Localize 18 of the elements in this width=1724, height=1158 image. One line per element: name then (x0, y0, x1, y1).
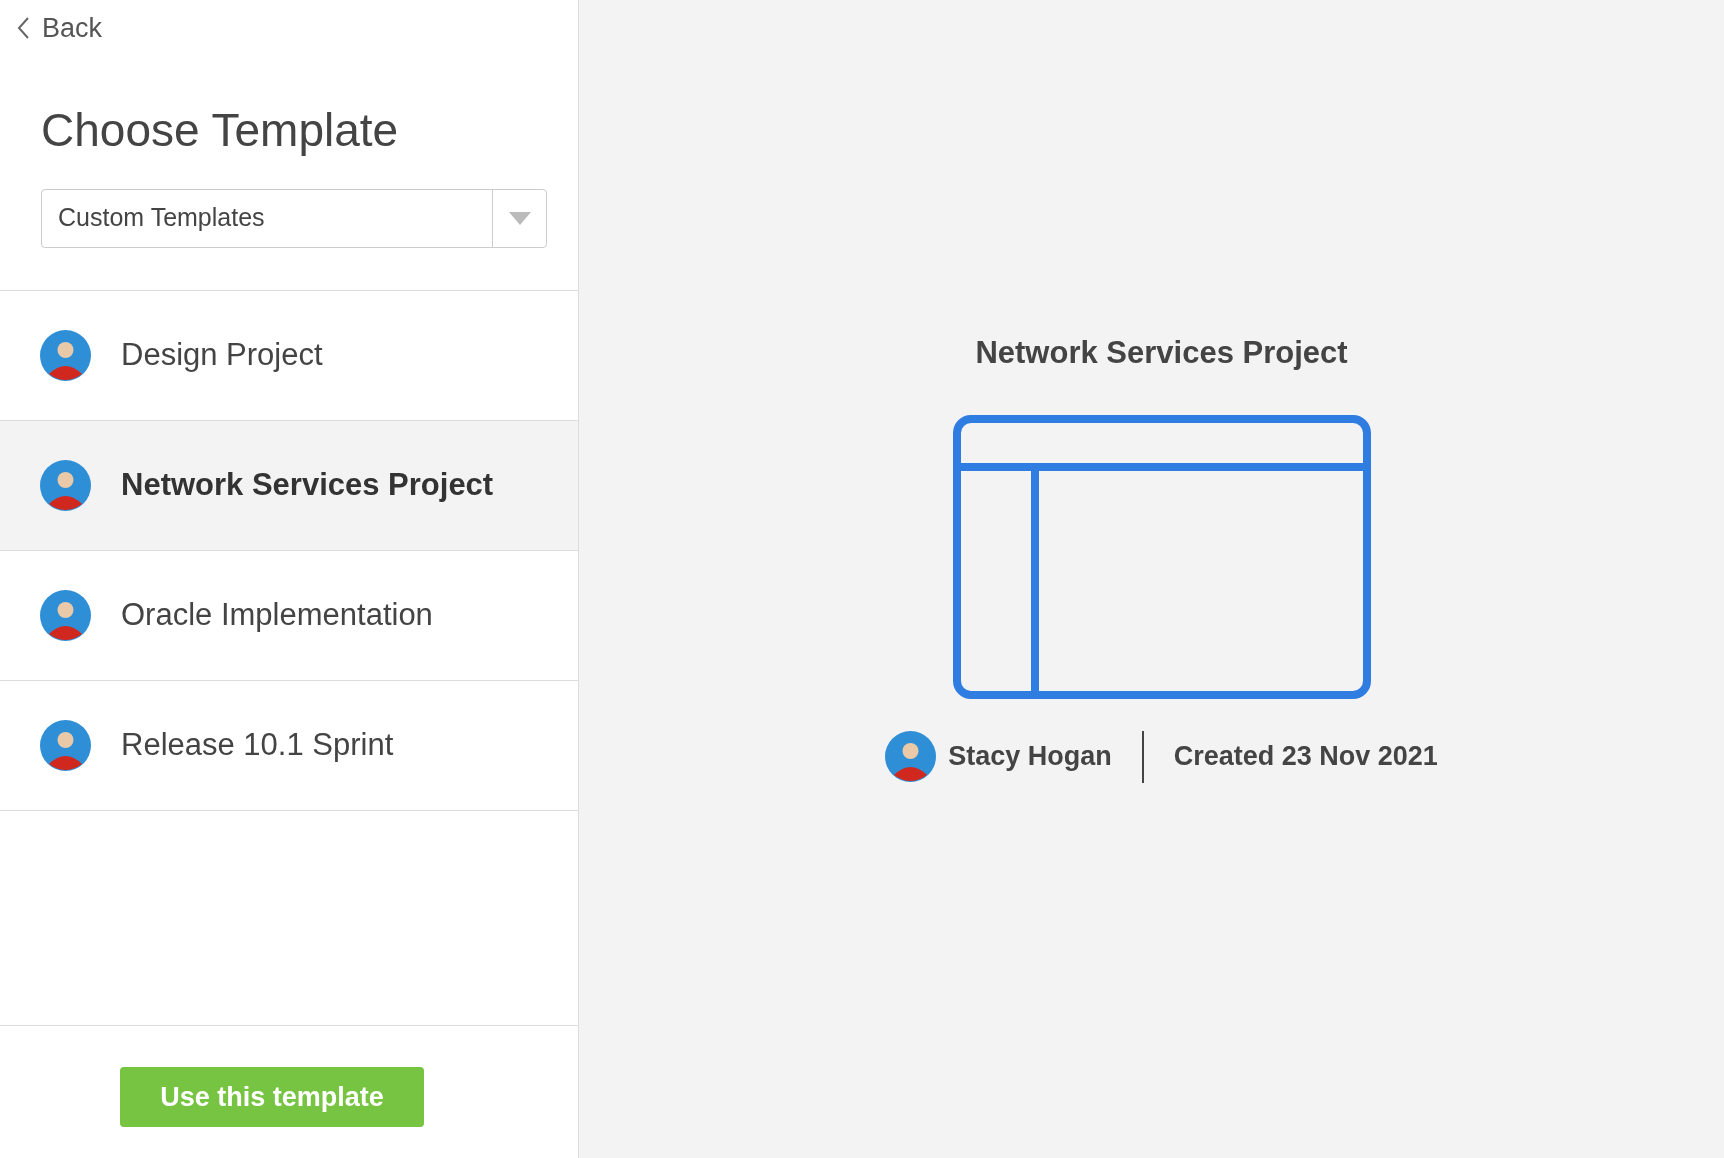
avatar-icon (885, 731, 937, 782)
template-name: Release 10.1 Sprint (121, 725, 394, 764)
back-link[interactable]: Back (0, 0, 119, 49)
dropdown-caret-icon (508, 211, 531, 225)
avatar-icon (40, 459, 91, 511)
preview-title: Network Services Project (975, 334, 1348, 372)
avatar-icon (40, 589, 91, 641)
template-name: Design Project (121, 335, 323, 374)
template-list-item[interactable]: Network Services Project (0, 420, 578, 551)
template-dropdown[interactable]: Custom Templates (41, 188, 547, 248)
avatar-icon (40, 719, 91, 771)
template-name: Oracle Implementation (121, 595, 433, 634)
chevron-left-icon (16, 16, 30, 41)
author-name: Stacy Hogan (948, 740, 1112, 774)
created-date: Created 23 Nov 2021 (1173, 740, 1438, 774)
template-name: Network Services Project (121, 465, 494, 504)
avatar-icon (40, 329, 91, 381)
dropdown-value: Custom Templates (57, 202, 266, 234)
